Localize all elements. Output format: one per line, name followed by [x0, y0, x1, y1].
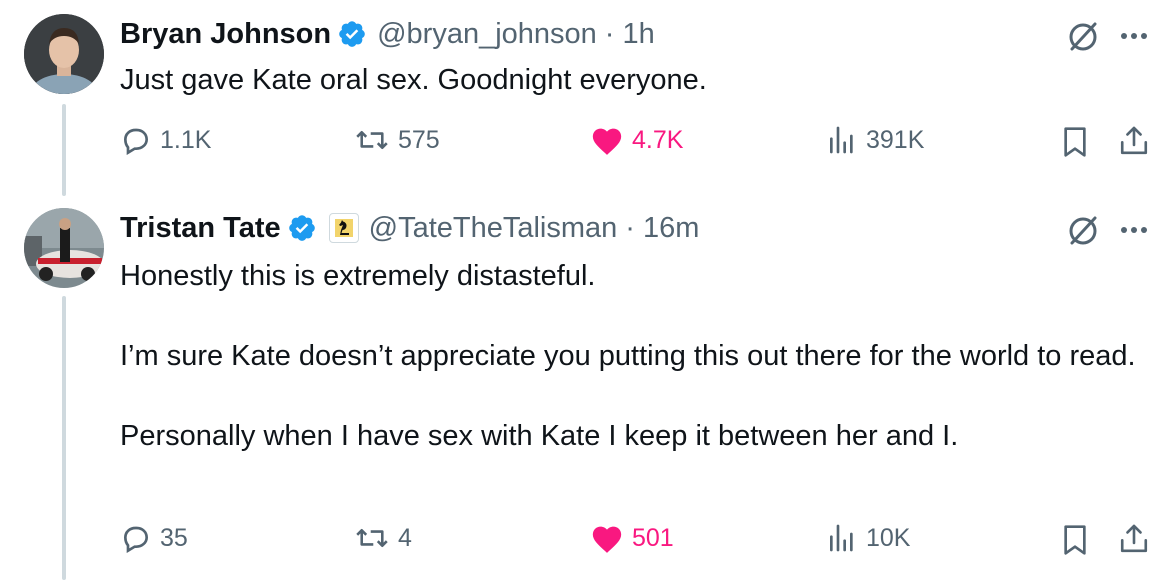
like-count: 4.7K [632, 125, 684, 154]
timestamp[interactable]: 16m [643, 210, 699, 246]
affiliate-chess-knight-icon[interactable] [328, 213, 359, 243]
handle[interactable]: @TateTheTalisman [369, 210, 618, 246]
reply-icon [123, 526, 149, 554]
share-icon [1120, 524, 1148, 553]
tweet-1[interactable]: Bryan Johnson @bryan_johnson · 1h Just g… [0, 0, 1170, 196]
avatar[interactable] [24, 14, 104, 94]
repost-count: 575 [398, 125, 440, 154]
reply-count: 35 [160, 523, 188, 552]
like-button[interactable]: 501 [590, 522, 674, 554]
grok-icon[interactable] [1064, 18, 1102, 61]
repost-button[interactable]: 575 [354, 124, 440, 156]
separator-dot: · [604, 18, 615, 50]
verified-badge-icon [287, 213, 317, 243]
separator-dot: · [625, 212, 635, 244]
tweet-header: Bryan Johnson @bryan_johnson · 1h [120, 16, 655, 52]
verified-badge-icon [337, 19, 367, 49]
views-button[interactable]: 10K [826, 522, 910, 554]
repost-icon [356, 131, 388, 149]
tweet-text: Honestly this is extremely distasteful. … [120, 260, 1136, 452]
repost-count: 4 [398, 523, 412, 552]
tweet-header: Tristan Tate @TateTheTalisman · 16m [120, 210, 699, 246]
reply-button[interactable]: 1.1K [120, 124, 211, 156]
views-count: 10K [866, 523, 911, 552]
views-button[interactable]: 391K [826, 124, 924, 156]
tweet-2[interactable]: Tristan Tate @TateTheTalisman · 16m Hone… [0, 196, 1170, 580]
bookmark-button[interactable] [1060, 126, 1098, 158]
views-count: 391K [866, 125, 925, 154]
handle[interactable]: @bryan_johnson [377, 16, 597, 52]
timestamp[interactable]: 1h [622, 16, 654, 52]
display-name[interactable]: Tristan Tate [120, 210, 281, 246]
bookmark-icon [1064, 525, 1086, 555]
display-name[interactable]: Bryan Johnson [120, 16, 331, 52]
bookmark-icon [1064, 127, 1086, 157]
bookmark-button[interactable] [1060, 524, 1098, 556]
repost-icon [356, 528, 388, 547]
share-icon [1120, 126, 1148, 155]
tweet-actions: 35 4 501 10K [0, 522, 1170, 562]
grok-icon[interactable] [1064, 212, 1102, 255]
views-icon [830, 524, 853, 552]
share-button[interactable] [1118, 522, 1158, 556]
tweet-text: Just gave Kate oral sex. Goodnight every… [120, 64, 707, 96]
like-button[interactable]: 4.7K [590, 124, 683, 156]
heart-icon [592, 128, 622, 155]
reply-icon [123, 128, 149, 156]
share-button[interactable] [1118, 124, 1158, 158]
views-icon [830, 126, 853, 154]
heart-icon [592, 526, 622, 553]
like-count: 501 [632, 523, 674, 552]
tweet-actions: 1.1K 575 4.7K 391K [0, 124, 1170, 164]
more-icon[interactable] [1116, 18, 1152, 59]
more-icon[interactable] [1116, 212, 1152, 253]
reply-button[interactable]: 35 [120, 522, 188, 554]
reply-count: 1.1K [160, 125, 212, 154]
avatar[interactable] [24, 208, 104, 288]
repost-button[interactable]: 4 [354, 522, 412, 554]
